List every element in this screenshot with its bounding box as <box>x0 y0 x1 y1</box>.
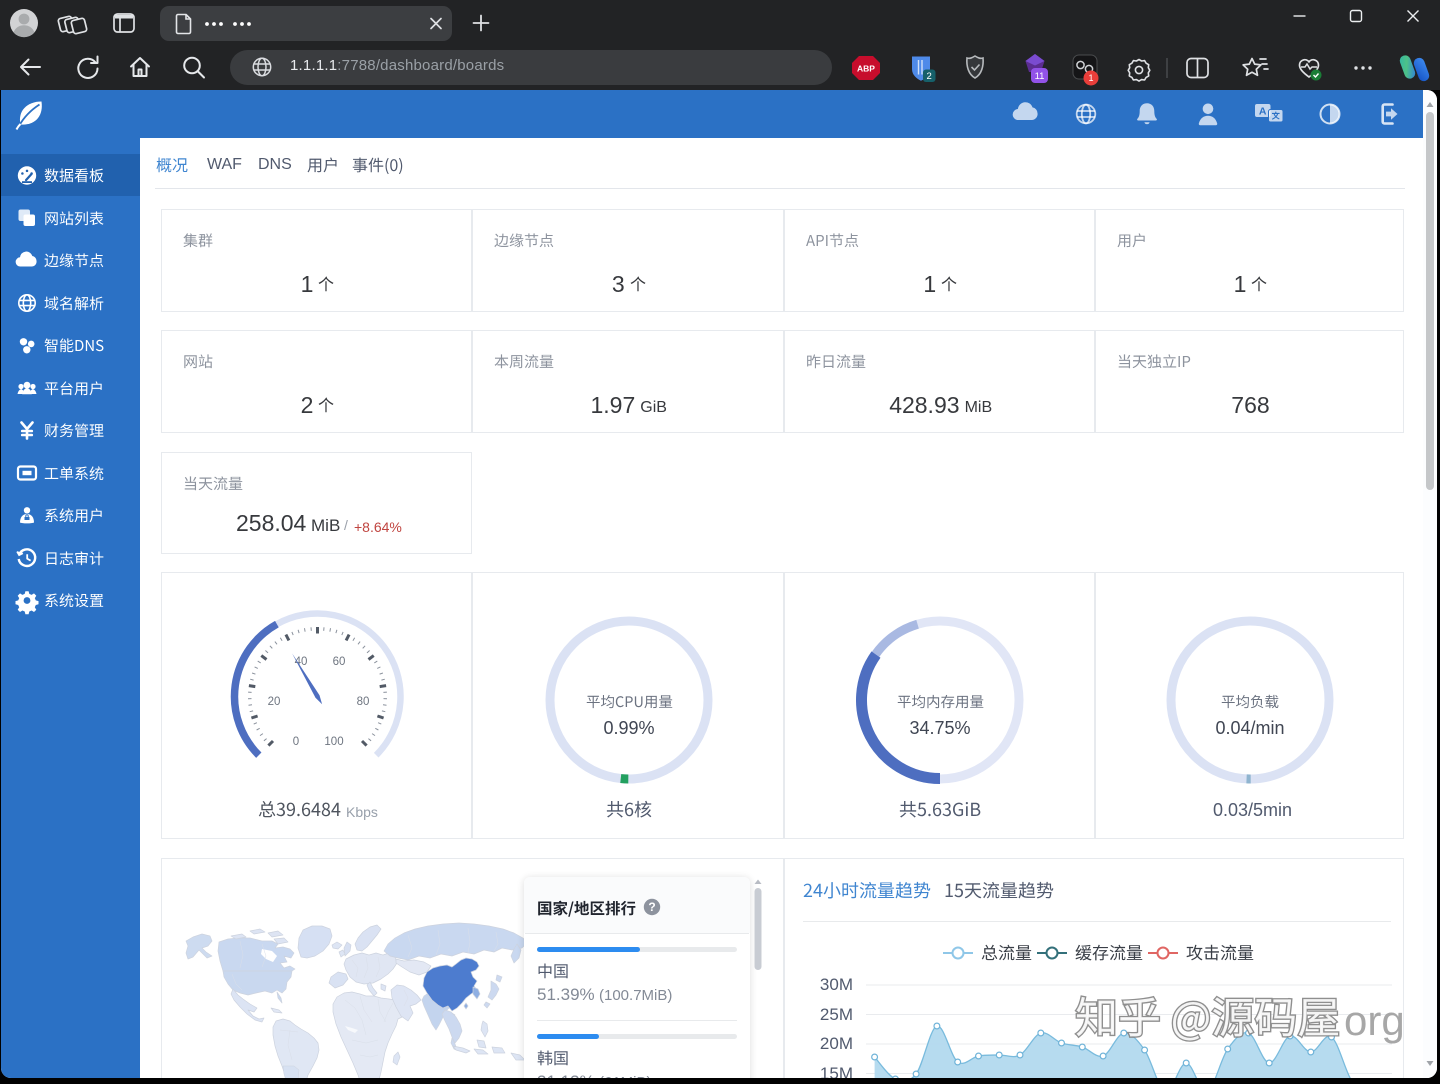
svg-text:40: 40 <box>295 656 308 668</box>
svg-text:0: 0 <box>293 736 299 748</box>
svg-text:80: 80 <box>357 696 370 708</box>
svg-text:ABP: ABP <box>857 64 875 74</box>
svg-text:A: A <box>1259 105 1267 117</box>
svg-text:20: 20 <box>268 696 281 708</box>
svg-text:60: 60 <box>333 656 346 668</box>
svg-text:2: 2 <box>927 71 932 82</box>
svg-text:11: 11 <box>1035 71 1045 82</box>
svg-text:1: 1 <box>1088 73 1093 83</box>
svg-text:?: ? <box>648 900 655 914</box>
svg-text:100: 100 <box>324 736 343 748</box>
